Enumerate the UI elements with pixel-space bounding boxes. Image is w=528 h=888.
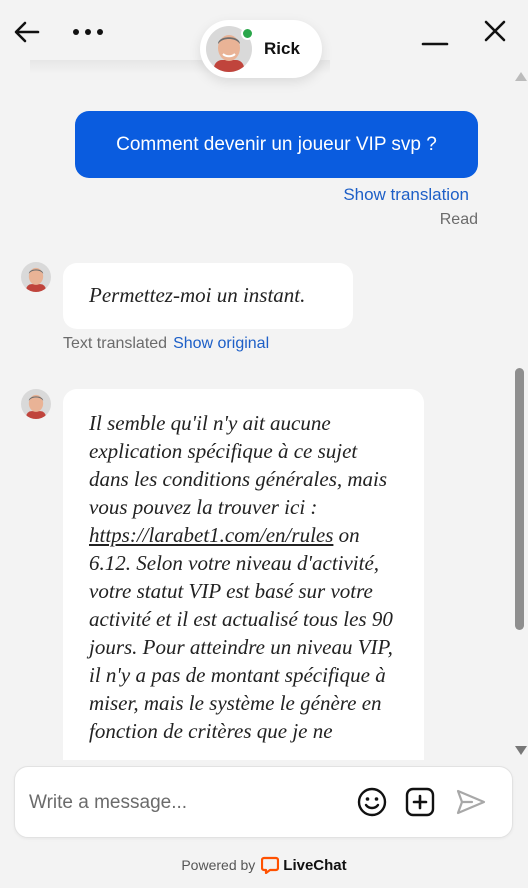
message-composer <box>14 766 513 838</box>
show-original-link[interactable]: Show original <box>173 335 269 352</box>
agent-avatar-small <box>21 389 51 419</box>
online-status-dot <box>241 27 254 40</box>
livechat-brand-text: LiveChat <box>283 856 347 874</box>
incoming-message: Permettez-moi un instant. <box>63 263 353 329</box>
powered-by-footer: Powered by LiveChat <box>0 856 528 874</box>
emoji-icon[interactable] <box>355 785 389 819</box>
back-arrow-icon[interactable] <box>10 15 44 49</box>
agent-avatar <box>206 26 254 72</box>
message-input[interactable] <box>29 787 349 819</box>
scrollbar-thumb[interactable] <box>515 368 524 630</box>
agent-info-pill: Rick <box>200 20 322 78</box>
minimize-icon[interactable] <box>418 20 452 54</box>
more-options-icon[interactable] <box>68 15 108 49</box>
show-translation-link[interactable]: Show translation <box>343 185 469 205</box>
agent-name: Rick <box>264 39 300 58</box>
send-icon[interactable] <box>453 785 489 819</box>
outgoing-message: Comment devenir un joueur VIP svp ? <box>75 111 478 178</box>
rules-link[interactable]: https://larabet1.com/en/rules <box>89 523 333 547</box>
scroll-up-arrow-icon[interactable] <box>515 72 527 81</box>
incoming-message-text-part1: Il semble qu'il n'y ait aucune explicati… <box>89 411 388 519</box>
powered-by-label: Powered by <box>181 857 256 873</box>
livechat-brand[interactable]: LiveChat <box>261 856 347 874</box>
attach-plus-icon[interactable] <box>403 785 437 819</box>
incoming-message-text: Permettez-moi un instant. <box>89 283 306 307</box>
translation-info: Text translated Show original <box>63 335 269 353</box>
incoming-message: Il semble qu'il n'y ait aucune explicati… <box>63 389 424 769</box>
incoming-message-text-part2: on 6.12. Selon votre niveau d'activité, … <box>89 523 393 743</box>
text-translated-label: Text translated <box>63 335 168 352</box>
scroll-down-arrow-icon[interactable] <box>515 746 527 755</box>
agent-avatar-small <box>21 262 51 292</box>
outgoing-message-text: Comment devenir un joueur VIP svp ? <box>116 133 437 155</box>
read-status: Read <box>439 211 478 228</box>
close-icon[interactable] <box>478 14 512 48</box>
livechat-logo-icon <box>261 856 280 874</box>
